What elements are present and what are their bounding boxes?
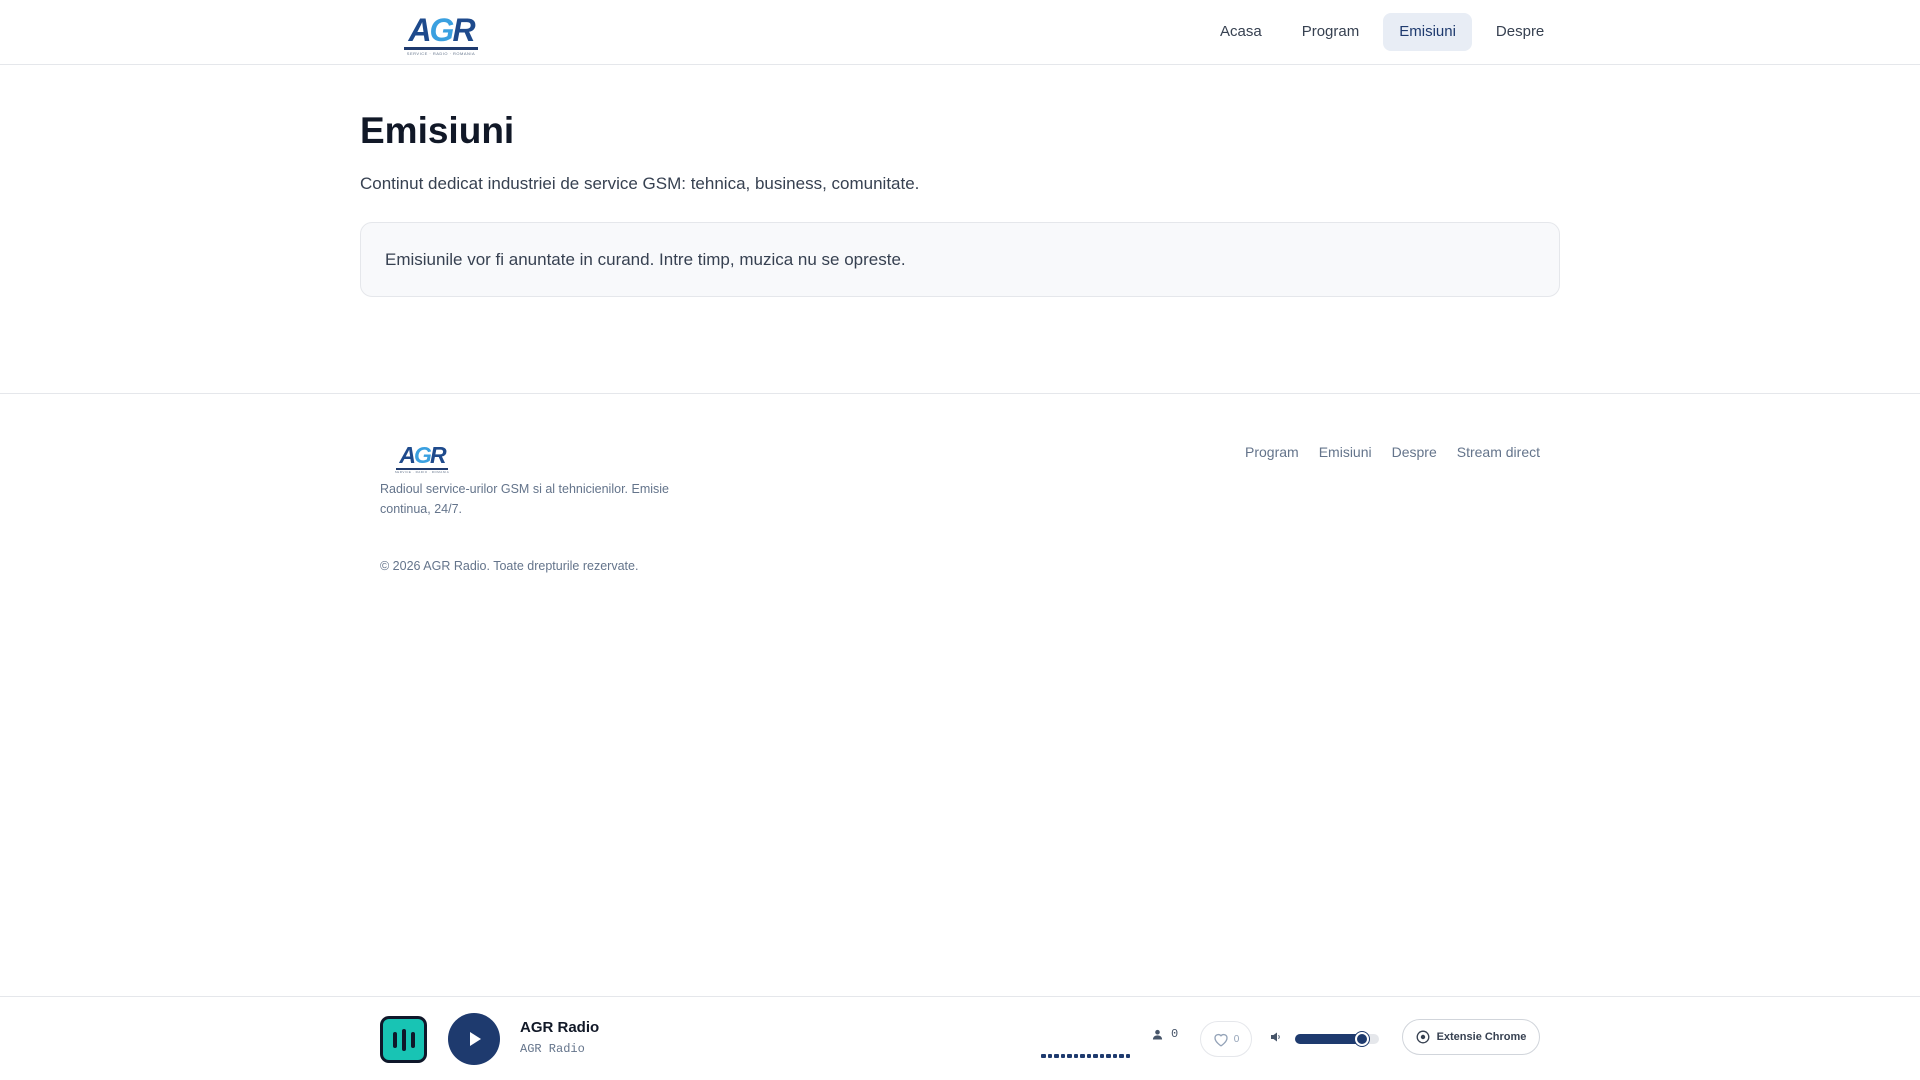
main-nav: Acasa Program Emisiuni Despre: [1196, 13, 1560, 51]
station-name: AGR Radio: [520, 1019, 600, 1036]
site-footer: AGR SERVICE · RADIO · ROMANIA Radioul se…: [0, 393, 1920, 993]
station-subtitle: AGR Radio: [520, 1042, 585, 1056]
audio-player: AGR Radio AGR Radio 0 0 Extensie Chrome: [0, 996, 1920, 1080]
footer-copyright: © 2026 AGR Radio. Toate drepturile rezer…: [380, 559, 639, 573]
footer-logo-subtitle: SERVICE · RADIO · ROMANIA: [394, 470, 450, 474]
station-info: AGR Radio AGR Radio: [520, 1019, 599, 1056]
footer-link-emisiuni[interactable]: Emisiuni: [1319, 444, 1372, 460]
equalizer-icon: [380, 1016, 427, 1063]
user-icon: [1152, 1029, 1163, 1040]
header-logo[interactable]: AGR SERVICE · RADIO · ROMANIA: [404, 14, 478, 56]
logo-subtitle: SERVICE · RADIO · ROMANIA: [406, 51, 476, 56]
logo-mark: AGR: [408, 12, 475, 48]
chrome-extension-button[interactable]: Extensie Chrome: [1402, 1019, 1540, 1055]
footer-link-stream-direct[interactable]: Stream direct: [1457, 444, 1540, 460]
footer-logo[interactable]: AGR SERVICE · RADIO · ROMANIA: [394, 442, 450, 474]
listener-count: 0: [1152, 1027, 1178, 1041]
notice-box: Emisiunile vor fi anuntate in curand. In…: [360, 222, 1560, 297]
nav-item-program[interactable]: Program: [1286, 13, 1376, 51]
speaker-icon[interactable]: [1270, 1030, 1282, 1048]
footer-tagline: Radioul service-urilor GSM si al tehnici…: [380, 482, 669, 516]
footer-link-program[interactable]: Program: [1245, 444, 1299, 460]
listener-count-value: 0: [1171, 1027, 1179, 1041]
nav-item-despre[interactable]: Despre: [1480, 13, 1560, 51]
volume-slider[interactable]: [1295, 1032, 1379, 1046]
play-icon: [470, 1032, 481, 1046]
volume-handle[interactable]: [1355, 1032, 1370, 1046]
footer-logo-mark: AGR: [399, 442, 446, 468]
volume-fill: [1295, 1034, 1363, 1044]
nav-item-emisiuni[interactable]: Emisiuni: [1383, 13, 1472, 51]
site-header: AGR SERVICE · RADIO · ROMANIA Acasa Prog…: [0, 0, 1920, 65]
nav-item-acasa[interactable]: Acasa: [1204, 13, 1278, 51]
heart-icon: [1214, 1033, 1228, 1047]
like-button[interactable]: 0: [1200, 1021, 1252, 1057]
like-count: 0: [1233, 1033, 1240, 1045]
level-meter: [1041, 1054, 1130, 1058]
footer-links: Program Emisiuni Despre Stream direct: [1225, 444, 1540, 460]
page-description: Continut dedicat industriei de service G…: [360, 174, 920, 193]
page-title: Emisiuni: [360, 110, 515, 151]
chrome-extension-label: Extensie Chrome: [1436, 1031, 1527, 1043]
logo-bar: [404, 47, 478, 50]
play-button[interactable]: [448, 1013, 500, 1065]
notice-text: Emisiunile vor fi anuntate in curand. In…: [385, 249, 906, 269]
footer-link-despre[interactable]: Despre: [1392, 444, 1437, 460]
chrome-icon: [1416, 1030, 1430, 1044]
